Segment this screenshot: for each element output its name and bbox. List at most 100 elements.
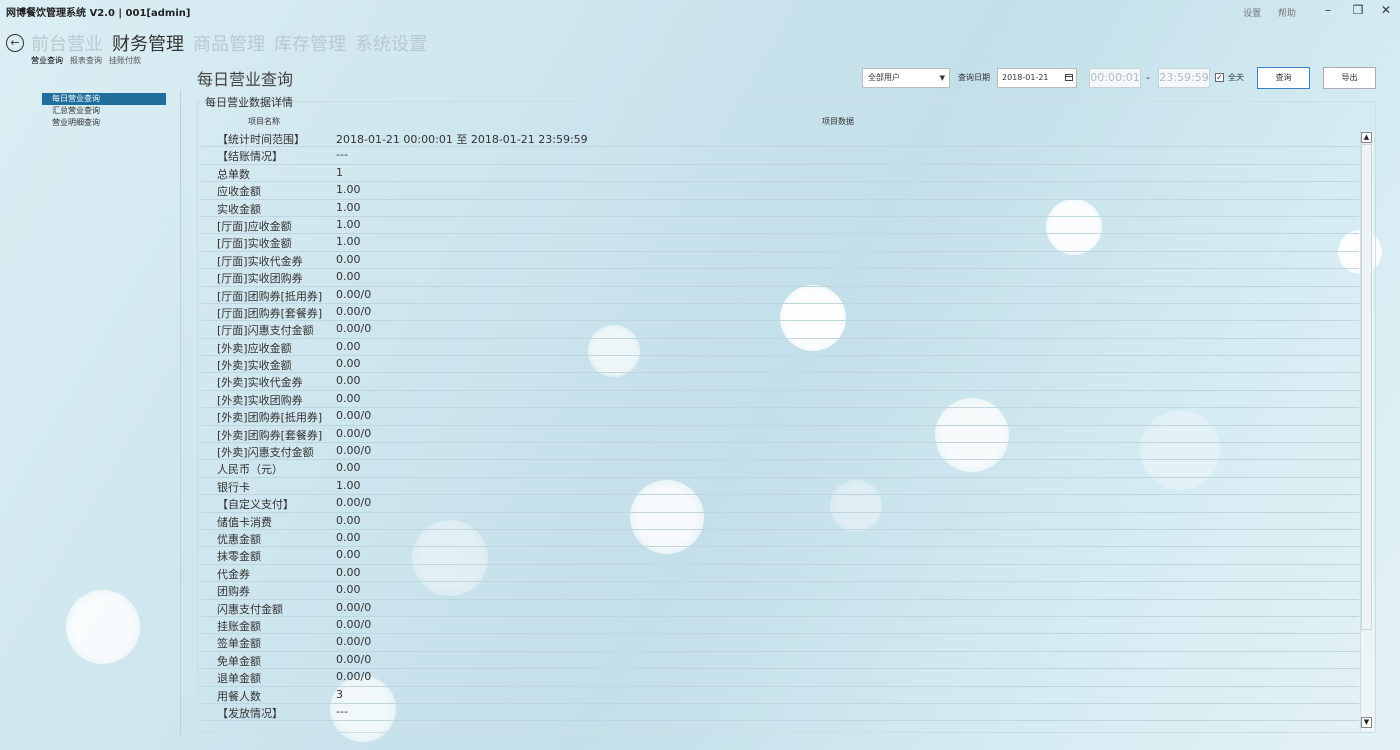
module-finance[interactable]: 财务管理 xyxy=(112,34,184,55)
sidebar-item-detail[interactable]: 营业明细查询 xyxy=(42,117,166,129)
table-row[interactable]: [外卖]实收代金券 0.00 xyxy=(201,373,1359,391)
table-row[interactable]: 人民币（元） 0.00 xyxy=(201,460,1359,478)
table-row[interactable]: [外卖]闪惠支付金额 0.00/0 xyxy=(201,443,1359,461)
row-name: 总单数 xyxy=(217,167,250,181)
subtab-credit-payment[interactable]: 挂账付款 xyxy=(109,56,141,65)
scroll-up-icon[interactable]: ▲ xyxy=(1361,132,1372,143)
row-value: 0.00/0 xyxy=(336,670,372,684)
sidebar-item-daily[interactable]: 每日营业查询 xyxy=(42,93,166,105)
data-table: 【统计时间范围】 2018-01-21 00:00:01 至 2018-01-21… xyxy=(201,130,1359,730)
row-name: 抹零金额 xyxy=(217,550,261,564)
table-row[interactable]: 实收金额 1.00 xyxy=(201,200,1359,217)
row-name: [厅面]团购券[抵用券] xyxy=(217,289,323,303)
table-row[interactable]: 优惠金额 0.00 xyxy=(201,530,1359,548)
calendar-icon[interactable] xyxy=(1065,74,1073,81)
settings-link[interactable]: 设置 xyxy=(1243,9,1261,19)
table-row[interactable]: 挂账金额 0.00/0 xyxy=(201,617,1359,635)
table-row[interactable]: 签单金额 0.00/0 xyxy=(201,634,1359,652)
minimize-icon[interactable]: – xyxy=(1319,3,1337,17)
table-row[interactable]: 【自定义支付】 0.00/0 xyxy=(201,495,1359,513)
user-select-value: 全部用户 xyxy=(868,73,900,82)
row-name: 退单金额 xyxy=(217,672,261,686)
row-value: 0.00/0 xyxy=(336,409,372,423)
table-row[interactable]: [外卖]团购券[抵用券] 0.00/0 xyxy=(201,408,1359,426)
table-row[interactable]: [厅面]团购券[套餐券] 0.00/0 xyxy=(201,304,1359,322)
time-end-input[interactable]: 23:59:59 xyxy=(1158,68,1210,88)
table-row[interactable]: [外卖]实收团购券 0.00 xyxy=(201,391,1359,409)
table-row[interactable]: [外卖]应收金额 0.00 xyxy=(201,339,1359,357)
table-row[interactable]: 团购券 0.00 xyxy=(201,582,1359,600)
row-value: 0.00/0 xyxy=(336,322,372,336)
panel-title: 每日营业数据详情 xyxy=(205,96,293,109)
module-settings[interactable]: 系统设置 xyxy=(355,34,427,55)
module-front-desk[interactable]: 前台营业 xyxy=(31,34,103,55)
row-value: 0.00/0 xyxy=(336,426,372,440)
row-name: [外卖]应收金额 xyxy=(217,341,292,355)
help-link[interactable]: 帮助 xyxy=(1278,9,1296,19)
table-row[interactable]: 用餐人数 3 xyxy=(201,687,1359,704)
module-products[interactable]: 商品管理 xyxy=(193,34,265,55)
row-name: 应收金额 xyxy=(217,185,261,199)
row-name: [外卖]实收团购券 xyxy=(217,393,303,407)
table-row[interactable]: [厅面]应收金额 1.00 xyxy=(201,217,1359,235)
table-row[interactable]: [厅面]实收团购券 0.00 xyxy=(201,269,1359,287)
row-name: 【结账情况】 xyxy=(217,150,283,164)
query-button[interactable]: 查询 xyxy=(1257,67,1310,89)
row-value: 0.00 xyxy=(336,565,361,579)
subtab-report-query[interactable]: 报表查询 xyxy=(70,56,102,65)
sidebar-item-summary[interactable]: 汇总营业查询 xyxy=(42,105,166,117)
close-icon[interactable]: ✕ xyxy=(1377,3,1395,17)
table-row[interactable]: 【结账情况】 --- xyxy=(201,147,1359,165)
maximize-icon[interactable]: ❐ xyxy=(1349,3,1367,17)
row-name: [外卖]闪惠支付金额 xyxy=(217,446,314,460)
table-row[interactable]: [厅面]团购券[抵用券] 0.00/0 xyxy=(201,287,1359,304)
table-row[interactable]: 银行卡 1.00 xyxy=(201,478,1359,496)
sidebar: 每日营业查询 汇总营业查询 营业明细查询 xyxy=(42,93,166,129)
table-row[interactable]: 【发放情况】 --- xyxy=(201,704,1359,722)
back-arrow-icon[interactable]: ← xyxy=(6,34,24,52)
table-row[interactable]: [外卖]团购券[套餐券] 0.00/0 xyxy=(201,426,1359,444)
row-name: 银行卡 xyxy=(217,480,250,494)
allday-checkbox[interactable]: ✓ xyxy=(1215,73,1224,82)
row-value: 0.00 xyxy=(336,270,361,284)
scrollbar-thumb[interactable] xyxy=(1361,144,1372,630)
table-row[interactable]: 代金券 0.00 xyxy=(201,565,1359,583)
table-row[interactable]: 总单数 1 xyxy=(201,165,1359,183)
module-inventory[interactable]: 库存管理 xyxy=(274,34,346,55)
row-name: 【自定义支付】 xyxy=(217,498,294,512)
table-row[interactable]: 储值卡消费 0.00 xyxy=(201,513,1359,530)
date-input-value: 2018-01-21 xyxy=(1002,73,1049,82)
date-input[interactable]: 2018-01-21 xyxy=(997,68,1077,88)
table-row[interactable]: 闪惠支付金额 0.00/0 xyxy=(201,600,1359,617)
table-row[interactable]: 应收金额 1.00 xyxy=(201,182,1359,200)
bokeh-7 xyxy=(66,590,140,664)
row-name: [外卖]团购券[抵用券] xyxy=(217,411,323,425)
row-value: --- xyxy=(336,148,348,162)
subtab-business-query[interactable]: 营业查询 xyxy=(31,56,63,65)
row-name: 挂账金额 xyxy=(217,619,261,633)
row-value: 1.00 xyxy=(336,217,361,231)
row-name: 优惠金额 xyxy=(217,532,261,546)
module-nav: 前台营业 财务管理 商品管理 库存管理 系统设置 xyxy=(31,30,436,56)
row-value: 0.00 xyxy=(336,513,361,527)
table-row[interactable]: 【统计时间范围】 2018-01-21 00:00:01 至 2018-01-21… xyxy=(201,130,1359,148)
time-start-input[interactable]: 00:00:01 xyxy=(1089,68,1141,88)
row-value: 0.00 xyxy=(336,548,361,562)
row-value: 0.00/0 xyxy=(336,600,372,614)
row-name: 免单金额 xyxy=(217,654,261,668)
title-bar: 网博餐饮管理系统 V2.0 | 001[admin] 设置 帮助 – ❐ ✕ xyxy=(0,0,1400,22)
row-value: 0.00 xyxy=(336,461,361,475)
table-row[interactable]: 抹零金额 0.00 xyxy=(201,547,1359,565)
row-value: 2018-01-21 00:00:01 至 2018-01-21 23:59:5… xyxy=(336,133,588,146)
export-button[interactable]: 导出 xyxy=(1323,67,1376,89)
row-value: 0.00 xyxy=(336,339,361,353)
table-row[interactable]: 退单金额 0.00/0 xyxy=(201,669,1359,687)
table-row[interactable]: 免单金额 0.00/0 xyxy=(201,652,1359,670)
user-select[interactable]: 全部用户 ▼ xyxy=(862,68,950,88)
table-row[interactable]: [外卖]实收金额 0.00 xyxy=(201,356,1359,374)
table-row[interactable]: [厅面]实收金额 1.00 xyxy=(201,234,1359,252)
table-row[interactable]: [厅面]实收代金券 0.00 xyxy=(201,252,1359,270)
table-row[interactable]: [厅面]闪惠支付金额 0.00/0 xyxy=(201,321,1359,339)
scroll-down-icon[interactable]: ▼ xyxy=(1361,717,1372,728)
window-links: 设置 帮助 xyxy=(1229,6,1296,19)
